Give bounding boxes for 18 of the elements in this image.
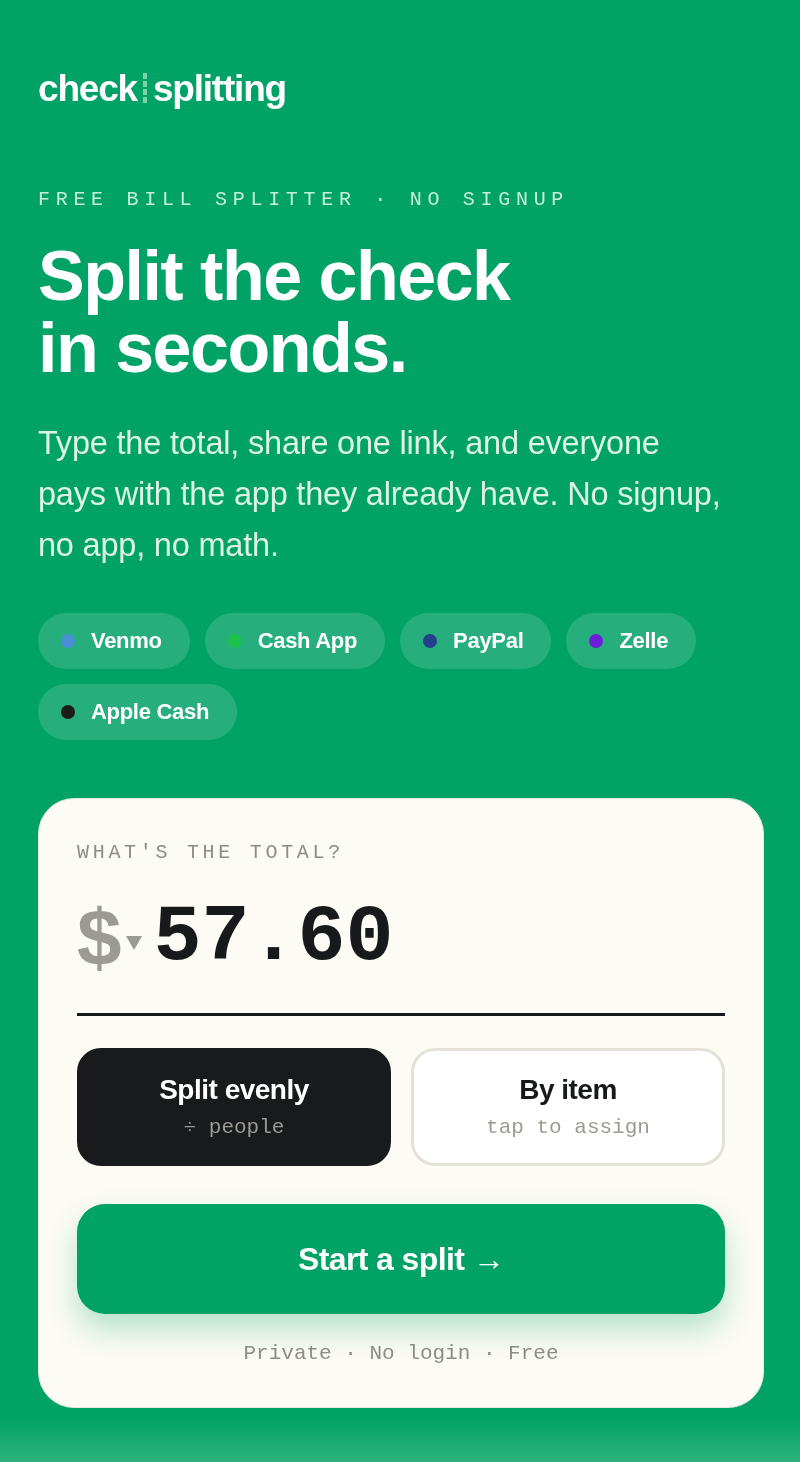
headline: Split the check in seconds. (38, 240, 510, 384)
amount-value: 57.60 (153, 898, 394, 978)
chip-label: Apple Cash (91, 699, 210, 725)
split-mode-option[interactable]: Split evenly ÷ people (77, 1048, 391, 1166)
logo-text: splitting (152, 69, 286, 107)
caret-icon (125, 936, 142, 950)
chip-label: Cash App (257, 628, 358, 654)
chip-label: Venmo (91, 628, 162, 654)
logo-text: check (38, 69, 137, 107)
split-mode-option[interactable]: By item tap to assign (411, 1048, 725, 1166)
chip-label: Zelle (619, 628, 669, 654)
amount-field[interactable]: $ 57.60 (77, 889, 725, 1016)
dotted-divider-icon (142, 73, 147, 103)
eyebrow-text: FREE BILL SPLITTER · NO SIGNUP (38, 188, 570, 212)
footnote-text: Private · No login · Free (243, 1341, 559, 1367)
total-label: WHAT'S THE TOTAL? (77, 841, 344, 865)
subtitle-text: Type the total, share one link, and everyone pays with the app they already have. No signup, no app, no math. (38, 424, 722, 565)
chip-label: PayPal (453, 628, 524, 654)
